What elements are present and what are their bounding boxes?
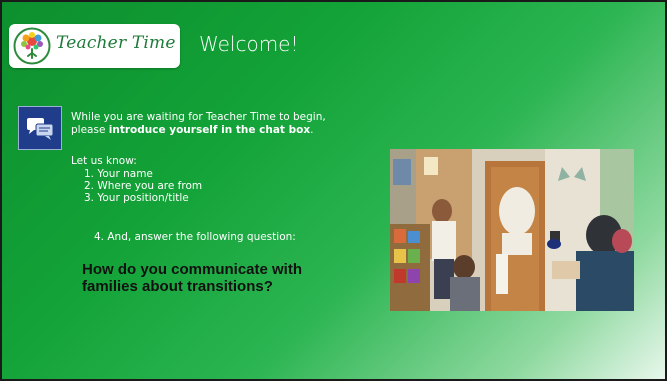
intro-line-2: please introduce yourself in the chat bo…: [71, 124, 391, 137]
teacher-time-logo: Teacher Time: [9, 24, 180, 68]
question-instruction: 4. And, answer the following question:: [94, 231, 296, 243]
list-item: 2. Where you are from: [84, 180, 203, 192]
list-item: 1. Your name: [84, 168, 153, 180]
info-list: 1. Your name 2. Where you are from 3. Yo…: [84, 168, 202, 204]
intro-text: While you are waiting for Teacher Time t…: [71, 111, 391, 136]
intro-line-1: While you are waiting for Teacher Time t…: [71, 111, 326, 123]
chat-bubbles-icon: [18, 106, 62, 150]
classroom-photo: [390, 149, 634, 311]
logo-text: Teacher Time: [56, 33, 176, 53]
tree-emblem-icon: [13, 27, 51, 65]
let-us-know-label: Let us know:: [71, 155, 137, 167]
slide: Teacher Time Welcome! While you are wait…: [0, 0, 667, 381]
intro-emphasis: introduce yourself in the chat box: [108, 123, 311, 136]
slide-title: Welcome!: [199, 32, 299, 56]
intro-line-2-suffix: .: [310, 123, 314, 136]
intro-line-2-prefix: please: [71, 123, 109, 136]
discussion-question: How do you communicate with families abo…: [82, 261, 303, 295]
list-item: 3. Your position/title: [84, 192, 189, 204]
